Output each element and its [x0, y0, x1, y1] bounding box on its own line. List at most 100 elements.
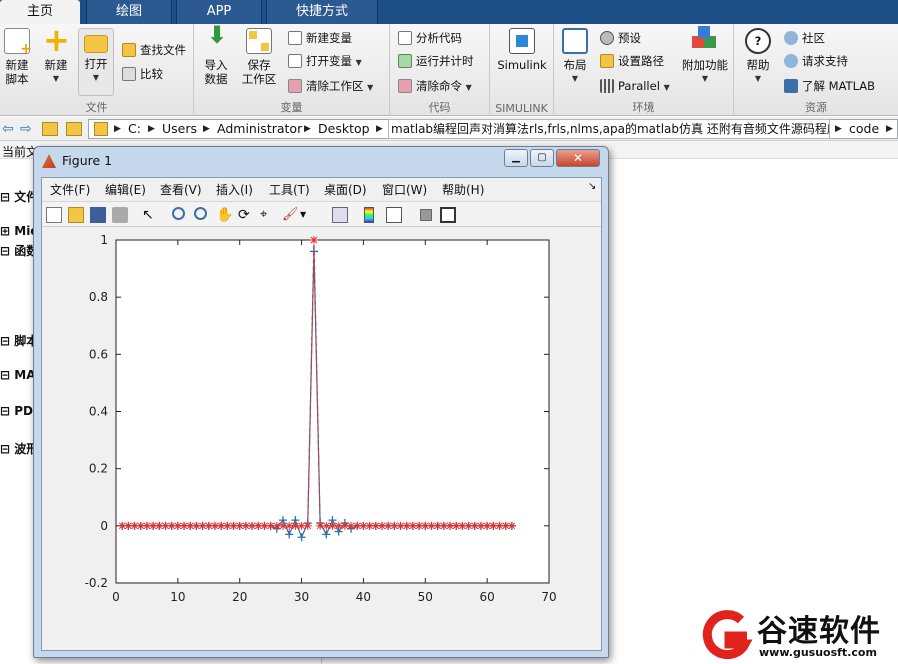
zoom-out-icon[interactable] [194, 207, 207, 220]
open-file-icon[interactable] [68, 207, 84, 223]
clear-commands-button[interactable]: 清除命令 ▼ [398, 76, 472, 96]
y-tick-label: -0.2 [85, 576, 108, 590]
hide-plot-tools-icon[interactable] [420, 209, 432, 221]
menu-file[interactable]: 文件(F) [50, 181, 90, 198]
show-plot-tools-icon[interactable] [440, 207, 456, 223]
preferences-button[interactable]: 预设 [600, 28, 641, 48]
figure-toolbar: ↖ ✋ ⟳ ⌖ 🖌 ▼ [42, 201, 601, 227]
section-label-file: 文件 [85, 101, 108, 114]
ribbon-toolstrip: + 新建 脚本 + 新建 ▼ 打开 ▼ 查找文件 比较 文件 ⬇ 导入 数据 保… [0, 21, 898, 116]
x-tick-label: 40 [356, 590, 371, 604]
community-button[interactable]: 社区 [784, 28, 825, 48]
new-variable-button[interactable]: 新建变量 [288, 28, 352, 48]
new-button[interactable]: + 新建 ▼ [40, 24, 72, 86]
rotate-icon[interactable]: ⟳ [238, 207, 254, 223]
menu-edit[interactable]: 编辑(E) [105, 181, 146, 198]
menu-view[interactable]: 查看(V) [160, 181, 202, 198]
tab-plots[interactable]: 绘图 [86, 0, 172, 24]
watermark-brand: 谷速软件 [757, 614, 881, 649]
pointer-icon[interactable]: ↖ [142, 207, 158, 223]
compare-button[interactable]: 比较 [122, 64, 163, 84]
chevron-down-icon: ▼ [367, 83, 374, 92]
layout-button[interactable]: 布局 ▼ [560, 28, 590, 86]
addons-cubes-icon [692, 26, 718, 54]
tab-shortcuts[interactable]: 快捷方式 [266, 0, 378, 24]
find-files-button[interactable]: 查找文件 [122, 40, 186, 60]
help-icon: ? [745, 28, 771, 54]
section-label-code: 代码 [428, 101, 451, 114]
minimize-button[interactable]: ▁ [504, 149, 528, 167]
collapse-icon: ⊟ [0, 368, 11, 382]
chevron-down-icon: ▼ [465, 83, 472, 92]
help-button[interactable]: ? 帮助 ▼ [742, 28, 774, 86]
set-path-button[interactable]: 设置路径 [600, 51, 664, 71]
parallel-button[interactable]: Parallel ▼ [600, 76, 670, 96]
matlab-logo-icon [42, 154, 56, 168]
collapse-icon: ⊟ [0, 334, 11, 348]
breadcrumb-segment[interactable]: Administrator [217, 117, 302, 141]
new-script-icon: + [4, 28, 32, 56]
maximize-button[interactable]: ▢ [530, 149, 554, 167]
new-script-button[interactable]: + 新建 脚本 [2, 28, 32, 86]
figure-client: 文件(F) 编辑(E) 查看(V) 插入(I) 工具(T) 桌面(D) 窗口(W… [41, 177, 602, 651]
dock-arrow-icon[interactable]: ↘ [588, 181, 596, 192]
y-tick-label: 0.2 [89, 462, 108, 476]
breadcrumb-drive[interactable]: C: [128, 117, 141, 141]
addons-button[interactable]: 附加功能 ▼ [680, 26, 730, 86]
simulink-button[interactable]: Simulink [496, 28, 548, 72]
figure-menubar: 文件(F) 编辑(E) 查看(V) 插入(I) 工具(T) 桌面(D) 窗口(W… [42, 178, 601, 200]
import-data-icon: ⬇ [207, 21, 228, 49]
breadcrumb-segment[interactable]: Desktop [318, 117, 370, 141]
legend-icon[interactable] [386, 207, 402, 223]
learn-matlab-button[interactable]: 了解 MATLAB [784, 76, 875, 96]
analyze-code-button[interactable]: 分析代码 [398, 28, 462, 48]
save-workspace-button[interactable]: 保存 工作区 [240, 28, 278, 86]
menu-tools[interactable]: 工具(T) [269, 181, 310, 198]
breadcrumb-segment[interactable]: Users [162, 117, 197, 141]
request-support-button[interactable]: 请求支持 [784, 51, 848, 71]
data-point [303, 521, 312, 530]
breadcrumb-segment[interactable]: matlab编程回声对消算法rls,frls,nlms,apa的matlab仿真… [388, 119, 830, 139]
forward-arrow-icon[interactable]: ⇨ [20, 117, 32, 141]
menu-insert[interactable]: 插入(I) [216, 181, 253, 198]
section-variable: ⬇ 导入 数据 保存 工作区 新建变量 打开变量 ▼ 清除工作区 ▼ 变量 [194, 21, 390, 116]
close-button[interactable]: ✕ [556, 149, 600, 167]
simulink-icon [509, 28, 535, 54]
colorbar-icon[interactable] [364, 207, 374, 223]
x-tick-label: 10 [170, 590, 185, 604]
link-plot-icon[interactable] [332, 207, 348, 223]
pan-icon[interactable]: ✋ [216, 207, 233, 223]
run-and-time-icon [398, 54, 412, 68]
chevron-down-icon[interactable]: ▼ [300, 207, 316, 223]
brand-logo-icon [702, 610, 753, 660]
open-variable-button[interactable]: 打开变量 ▼ [288, 51, 362, 71]
up-folder-icon[interactable] [42, 122, 58, 136]
new-figure-icon[interactable] [46, 207, 62, 223]
eraser-icon [398, 79, 412, 93]
tree-item[interactable]: ⊞ Mic [0, 224, 37, 238]
support-icon [784, 54, 798, 68]
open-variable-icon [288, 54, 302, 68]
menu-desktop[interactable]: 桌面(D) [324, 181, 367, 198]
breadcrumb-segment[interactable]: code [849, 117, 879, 141]
browse-folder-icon[interactable] [66, 122, 82, 136]
save-icon[interactable] [90, 207, 106, 223]
brush-icon[interactable]: 🖌 [282, 207, 299, 223]
menu-help[interactable]: 帮助(H) [442, 181, 484, 198]
data-cursor-icon[interactable]: ⌖ [260, 207, 276, 223]
print-icon[interactable] [112, 207, 128, 223]
figure-title-bar[interactable]: Figure 1 ▁ ▢ ✕ [34, 147, 608, 175]
data-point [309, 236, 318, 244]
clear-workspace-button[interactable]: 清除工作区 ▼ [288, 76, 373, 96]
menu-window[interactable]: 窗口(W) [382, 181, 427, 198]
axes-box [115, 239, 550, 584]
figure-window[interactable]: Figure 1 ▁ ▢ ✕ 文件(F) 编辑(E) 查看(V) 插入(I) 工… [33, 146, 609, 658]
back-arrow-icon[interactable]: ⇦ [2, 117, 14, 141]
x-tick-label: 60 [480, 590, 495, 604]
tree-item[interactable]: ⊟ MA [0, 368, 35, 382]
open-button[interactable]: 打开 ▼ [78, 28, 114, 96]
zoom-in-icon[interactable] [172, 207, 185, 220]
import-data-button[interactable]: ⬇ 导入 数据 [200, 21, 232, 86]
run-and-time-button[interactable]: 运行并计时 [398, 51, 474, 71]
plot-axes[interactable]: 0 10 20 30 40 50 60 70 -0.2 0 0.2 0.4 0.6 0.8 1 [42, 230, 601, 650]
